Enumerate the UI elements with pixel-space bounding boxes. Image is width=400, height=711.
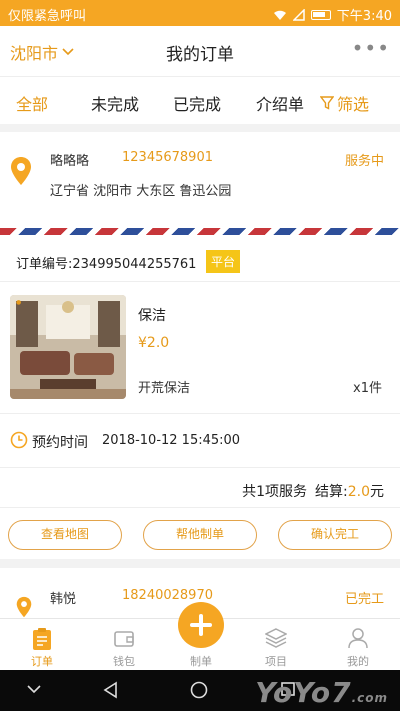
clock-icon: [10, 431, 28, 449]
nav-profile[interactable]: 我的: [328, 619, 388, 671]
chevron-down-icon: [62, 48, 74, 56]
order-status: 已完工: [344, 592, 384, 607]
appointment-time: 2018-10-12 15:45:00: [102, 433, 241, 448]
address-card[interactable]: 略略略 12345678901 服务中 辽宁省 沈阳市 大东区 鲁迅公园: [0, 132, 400, 228]
help-order-button[interactable]: 帮他制单: [143, 520, 257, 550]
wallet-icon: [114, 631, 134, 647]
nav-wallet-label: 钱包: [113, 655, 135, 668]
location-pin-icon: [11, 157, 31, 185]
order-status: 服务中: [344, 154, 384, 169]
appointment-label: 预约时间: [32, 435, 88, 451]
more-options-icon[interactable]: •••: [352, 36, 390, 60]
summary-unit: 元: [370, 484, 384, 500]
divider: [0, 467, 400, 468]
watermark-suffix: .com: [351, 691, 388, 705]
tab-incomplete[interactable]: 未完成: [91, 91, 139, 115]
summary-label: 结算:: [315, 484, 348, 500]
summary-total: 结算:2.0元: [315, 481, 384, 501]
tab-referral[interactable]: 介绍单: [256, 91, 304, 115]
divider: [0, 507, 400, 508]
customer-phone[interactable]: 12345678901: [122, 150, 213, 165]
tab-filter-label: 筛选: [337, 95, 370, 114]
customer-name: 韩悦: [50, 592, 77, 607]
confirm-done-button[interactable]: 确认完工: [278, 520, 392, 550]
tab-completed[interactable]: 已完成: [173, 91, 221, 115]
view-map-button[interactable]: 查看地图: [8, 520, 122, 550]
signal-icon: [292, 8, 305, 21]
airmail-divider: [0, 228, 400, 235]
order-card: 订单编号:234995044255761 平台 ● 保洁 ¥2.0 开荒保洁 x…: [0, 235, 400, 559]
carrier-text: 仅限紧急呼叫: [8, 9, 87, 24]
customer-phone[interactable]: 18240028970: [122, 588, 213, 603]
nav-orders-label: 订单: [31, 655, 53, 668]
header: 沈阳市 我的订单 •••: [0, 26, 400, 76]
status-icons: 下午3:40: [273, 5, 392, 24]
service-subtitle: 开荒保洁: [138, 381, 191, 396]
summary-count: 共1项服务: [242, 484, 308, 500]
divider: [0, 281, 400, 282]
watermark-logo: YoYo7.com: [255, 676, 388, 709]
user-icon: [348, 628, 368, 649]
order-summary: 共1项服务 结算:2.0元: [242, 481, 384, 501]
order-number: 订单编号:234995044255761: [16, 257, 197, 272]
back-icon[interactable]: [102, 681, 120, 699]
platform-badge: 平台: [206, 250, 241, 273]
service-name: 保洁: [138, 308, 166, 324]
service-thumbnail[interactable]: ●: [10, 295, 126, 399]
city-label: 沈阳市: [10, 44, 59, 63]
location-pin-icon: [16, 596, 32, 618]
divider: [0, 413, 400, 414]
nav-projects-label: 项目: [265, 655, 287, 668]
customer-address: 辽宁省 沈阳市 大东区 鲁迅公园: [50, 184, 232, 199]
svg-text:●: ●: [16, 299, 21, 306]
customer-name: 略略略: [50, 154, 90, 169]
nav-profile-label: 我的: [347, 655, 369, 668]
tab-all[interactable]: 全部: [16, 91, 48, 115]
collapse-chevron-icon[interactable]: [26, 681, 42, 697]
filter-icon: [320, 96, 334, 110]
clock-text: 下午3:40: [336, 9, 392, 24]
service-price: ¥2.0: [138, 335, 170, 351]
layers-icon: [265, 628, 287, 648]
clipboard-icon: [33, 628, 51, 650]
home-icon[interactable]: [190, 681, 208, 699]
city-selector[interactable]: 沈阳市: [10, 40, 74, 64]
battery-icon: [310, 9, 331, 20]
wifi-icon: [273, 10, 286, 20]
living-room-image: ●: [10, 295, 126, 399]
nav-wallet[interactable]: 钱包: [94, 619, 154, 671]
order-tabs: 全部 未完成 已完成 介绍单 筛选: [0, 76, 400, 124]
system-nav-bar: YoYo7.com: [0, 670, 400, 711]
nav-create-order-label: 制单: [190, 655, 212, 668]
summary-amount: 2.0: [347, 484, 370, 500]
watermark-text: YoYo7: [255, 676, 352, 709]
status-bar: 仅限紧急呼叫 下午3:40: [0, 0, 400, 26]
tab-filter[interactable]: 筛选: [320, 91, 369, 115]
service-quantity: x1件: [353, 381, 382, 396]
create-order-plus-button[interactable]: [178, 602, 224, 648]
nav-orders[interactable]: 订单: [12, 619, 72, 671]
nav-projects[interactable]: 项目: [246, 619, 306, 671]
